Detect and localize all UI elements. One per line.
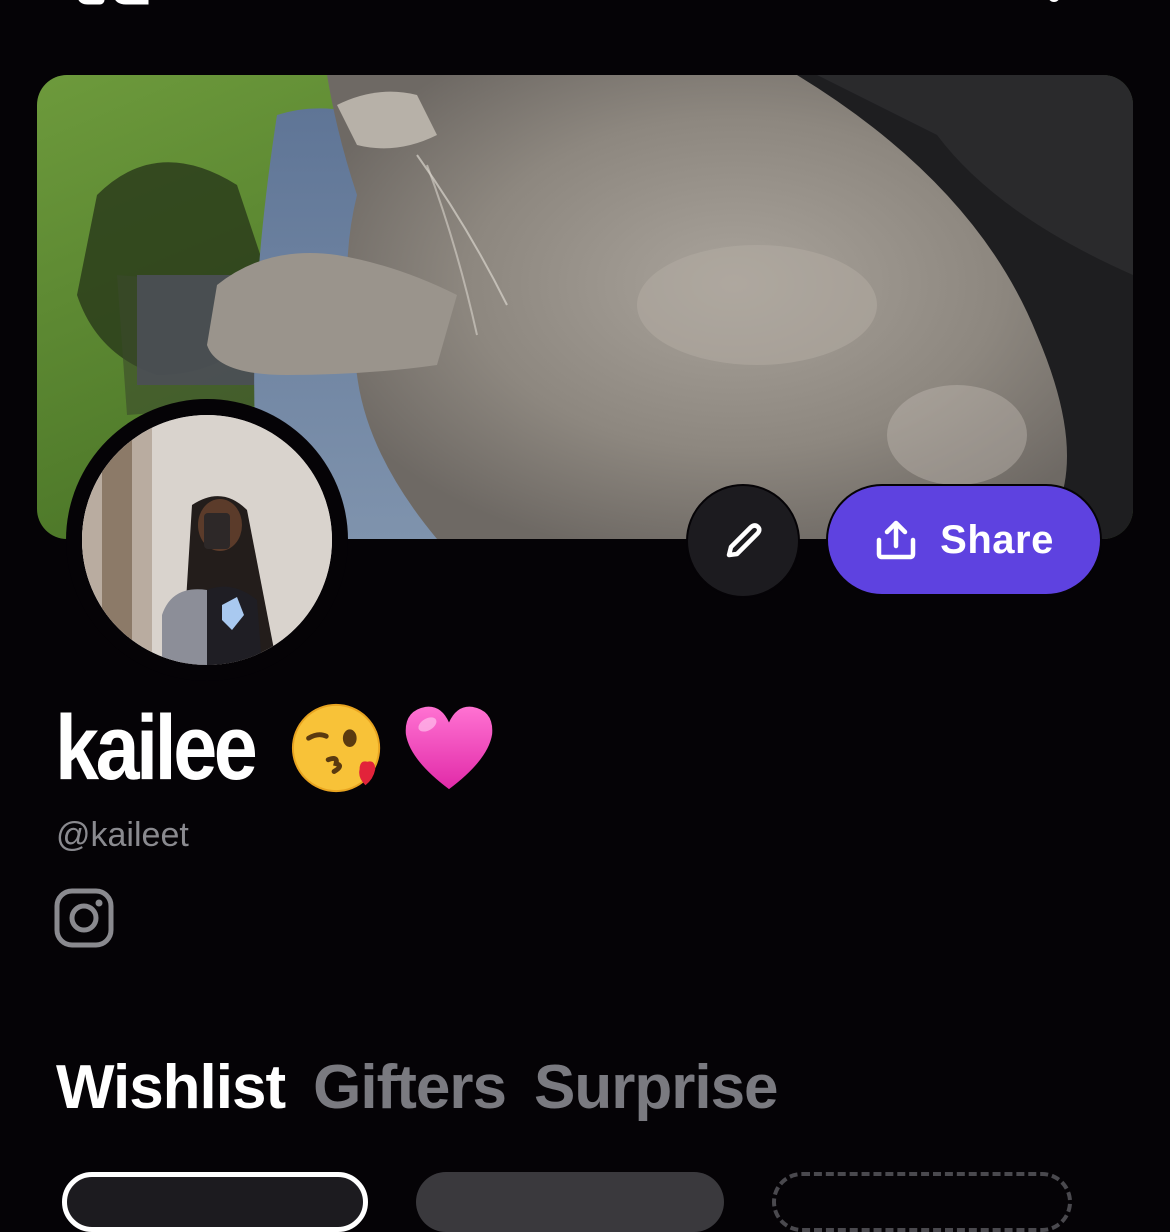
tab-gifters[interactable]: Gifters [313,1052,507,1123]
top-bar [0,0,1170,40]
pencil-icon [726,523,762,558]
display-name: kailee [55,697,258,799]
profile-name-row: kailee [55,698,499,798]
filter-pill[interactable] [416,1172,724,1232]
avatar-photo [82,415,332,665]
edit-profile-button[interactable] [686,484,800,598]
share-button[interactable]: Share [826,484,1102,596]
share-label: Share [940,517,1054,562]
username-handle: @kaileet [56,816,189,854]
profile-tabs: Wishlist Gifters Surprise [56,1052,779,1123]
tab-wishlist[interactable]: Wishlist [56,1052,286,1123]
pink-heart-emoji [405,706,493,790]
filter-pill-selected[interactable] [62,1172,368,1232]
add-filter-pill[interactable] [772,1172,1072,1232]
kissing-face-emoji [291,703,381,793]
back-icon[interactable] [78,0,158,12]
more-icon[interactable] [1040,0,1068,8]
tab-surprise[interactable]: Surprise [534,1052,779,1123]
share-icon [876,520,916,560]
avatar[interactable] [82,415,332,665]
instagram-icon[interactable] [53,887,115,949]
